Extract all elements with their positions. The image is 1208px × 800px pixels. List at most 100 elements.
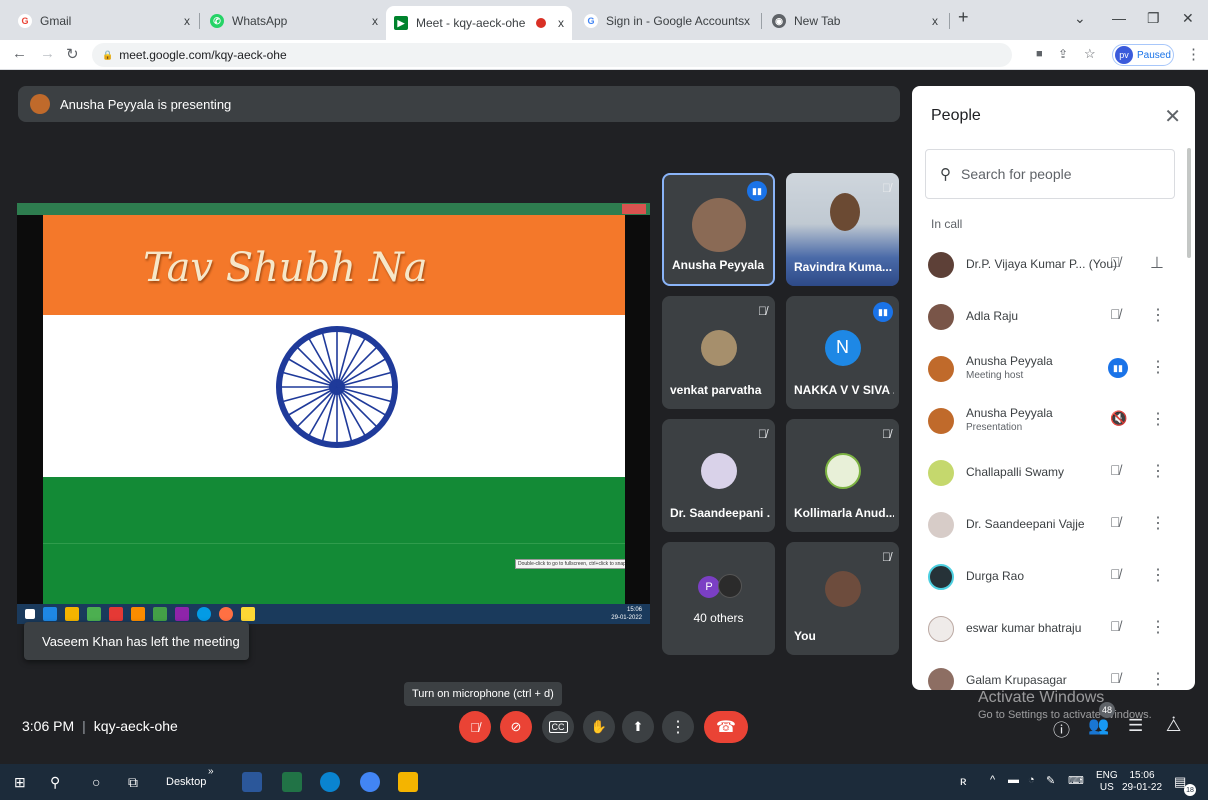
list-item[interactable]: Adla Raju 🎙̸ ⋮: [912, 290, 1187, 342]
close-tab-icon[interactable]: x: [372, 14, 378, 28]
close-icon[interactable]: ✕: [1164, 104, 1181, 129]
tab-gmail[interactable]: G Gmail x: [10, 6, 198, 36]
people-icon[interactable]: 👥: [1088, 716, 1109, 736]
new-tab-button[interactable]: +: [958, 7, 969, 28]
list-item[interactable]: Challapalli Swamy 🎙̸ ⋮: [912, 446, 1187, 498]
pin-icon[interactable]: ⊥: [1150, 253, 1164, 273]
search-icon[interactable]: ⚲: [50, 774, 60, 791]
close-window-icon[interactable]: ✕: [1182, 10, 1194, 27]
restore-icon[interactable]: ❐: [1147, 10, 1160, 27]
tab-google-signin[interactable]: G Sign in - Google Accounts x: [576, 6, 758, 36]
tray-chevron-icon[interactable]: ^: [990, 774, 995, 786]
meeting-details-icon[interactable]: ⓘ: [1053, 716, 1070, 741]
participant-role: Presentation: [966, 422, 1023, 433]
list-item[interactable]: Anusha Peyyala Presentation 🔇 ⋮: [912, 394, 1187, 446]
desktop-toolbar[interactable]: Desktop: [166, 776, 206, 788]
tab-whatsapp[interactable]: ✆ WhatsApp x: [202, 6, 386, 36]
people-taskbar-icon[interactable]: ʀ: [960, 774, 967, 788]
list-item[interactable]: eswar kumar bhatraju 🎙̸ ⋮: [912, 602, 1187, 654]
browser-menu-icon[interactable]: ⋮: [1186, 45, 1201, 63]
presented-clock: 15:06 29-01-2022: [611, 607, 642, 621]
language-indicator[interactable]: ENG US: [1096, 770, 1118, 794]
edge-icon[interactable]: [320, 772, 340, 792]
back-icon[interactable]: ←: [12, 45, 27, 62]
hang-up-icon: ☎: [716, 719, 736, 736]
notification-count: 18: [1184, 784, 1196, 796]
app-icon: [131, 607, 145, 621]
participant-tile[interactable]: 🎙̸ venkat parvatha: [662, 296, 775, 409]
task-view-icon[interactable]: ⧉: [128, 774, 138, 791]
profile-button[interactable]: pv Paused: [1112, 44, 1174, 66]
google-icon: G: [18, 14, 32, 28]
bookmark-star-icon[interactable]: ☆: [1084, 46, 1096, 62]
pen-icon[interactable]: ✎: [1046, 774, 1055, 787]
lock-icon: 🔒: [102, 49, 114, 60]
raise-hand-button[interactable]: ✋: [583, 711, 615, 743]
cortana-icon[interactable]: ○: [92, 774, 100, 790]
more-options-icon[interactable]: ⋮: [1150, 461, 1166, 481]
chrome-icon[interactable]: [360, 772, 380, 792]
participant-tile[interactable]: N ▮▮ NAKKA V V SIVA ...: [786, 296, 899, 409]
camera-in-use-icon[interactable]: ■: [1036, 48, 1043, 60]
system-clock[interactable]: 15:06 29-01-22: [1122, 770, 1162, 794]
forward-icon[interactable]: →: [40, 45, 55, 62]
current-time: 3:06 PM: [22, 718, 75, 734]
close-tab-icon[interactable]: x: [744, 14, 750, 28]
more-options-button[interactable]: ⋮: [662, 711, 694, 743]
share-icon[interactable]: ⇪: [1058, 47, 1068, 61]
activities-icon[interactable]: ⧊: [1166, 716, 1181, 736]
more-options-icon[interactable]: ⋮: [1150, 409, 1166, 429]
people-scrollbar[interactable]: [1187, 148, 1191, 258]
more-options-icon[interactable]: ⋮: [1150, 305, 1166, 325]
reload-icon[interactable]: ↻: [66, 45, 79, 63]
participant-name: Dr. Saandeepani Vajje: [966, 517, 1085, 531]
more-options-icon[interactable]: ⋮: [1150, 513, 1166, 533]
tab-title: New Tab: [794, 14, 841, 28]
search-input[interactable]: ⚲ Search for people: [925, 149, 1175, 199]
list-item[interactable]: Dr.P. Vijaya Kumar P... (You) 🎙̸ ⊥: [912, 238, 1187, 290]
battery-icon[interactable]: ▬: [1008, 774, 1019, 786]
windows-start-icon[interactable]: ⊞: [14, 774, 26, 791]
tab-new-tab[interactable]: ◉ New Tab x: [764, 6, 946, 36]
presentation-view[interactable]: Tav Shubh Na Double-click to go to fulls…: [17, 203, 650, 624]
excel-icon[interactable]: [282, 772, 302, 792]
url-field[interactable]: 🔒 meet.google.com/kqy-aeck-ohe: [92, 43, 1012, 67]
avatar: [928, 408, 954, 434]
self-tile[interactable]: 🎙̸ You: [786, 542, 899, 655]
leave-call-button[interactable]: ☎: [704, 711, 748, 743]
close-tab-icon[interactable]: x: [932, 14, 938, 28]
close-tab-icon[interactable]: x: [558, 16, 564, 30]
more-options-icon[interactable]: ⋮: [1150, 617, 1166, 637]
toolbar-chevron[interactable]: »: [208, 766, 214, 777]
camera-button[interactable]: ⊘: [500, 711, 532, 743]
file-explorer-icon[interactable]: [398, 772, 418, 792]
microphone-button[interactable]: 🎙̸: [459, 711, 491, 743]
captions-button[interactable]: CC: [542, 711, 574, 743]
participant-tile[interactable]: 🎙̸ Kollimarla Anud...: [786, 419, 899, 532]
close-tab-icon[interactable]: x: [184, 14, 190, 28]
list-item[interactable]: Dr. Saandeepani Vajje 🎙̸ ⋮: [912, 498, 1187, 550]
mic-off-icon: 🎙̸: [882, 550, 891, 564]
more-options-icon[interactable]: ⋮: [1150, 565, 1166, 585]
more-options-icon[interactable]: ⋮: [1150, 669, 1166, 689]
present-icon: ⬆: [632, 719, 644, 734]
list-item[interactable]: Anusha Peyyala Meeting host ▮▮ ⋮: [912, 342, 1187, 394]
tab-meet[interactable]: ▶ Meet - kqy-aeck-ohe x: [386, 6, 572, 40]
network-icon[interactable]: ◔: [1028, 774, 1035, 786]
word-icon[interactable]: [242, 772, 262, 792]
present-button[interactable]: ⬆: [622, 711, 654, 743]
mic-off-icon: 🎙̸: [1110, 618, 1121, 634]
chat-icon[interactable]: ☰: [1128, 716, 1143, 736]
tab-search-icon[interactable]: ⌄: [1074, 10, 1086, 27]
participant-tile[interactable]: ▮▮ Anusha Peyyala: [662, 173, 775, 286]
minimize-icon[interactable]: —: [1112, 10, 1126, 26]
participant-tile[interactable]: 🎙̸ Dr. Saandeepani ...: [662, 419, 775, 532]
speaking-indicator-icon: ▮▮: [1108, 358, 1128, 378]
avatar: [824, 571, 861, 608]
participant-tile[interactable]: 🎙̸ Ravindra Kuma...: [786, 173, 899, 286]
list-item[interactable]: Galam Krupasagar 🎙̸ ⋮: [912, 654, 1187, 690]
more-options-icon[interactable]: ⋮: [1150, 357, 1166, 377]
keyboard-icon[interactable]: ⌨: [1068, 774, 1084, 787]
others-tile[interactable]: P 40 others: [662, 542, 775, 655]
list-item[interactable]: Durga Rao 🎙̸ ⋮: [912, 550, 1187, 602]
